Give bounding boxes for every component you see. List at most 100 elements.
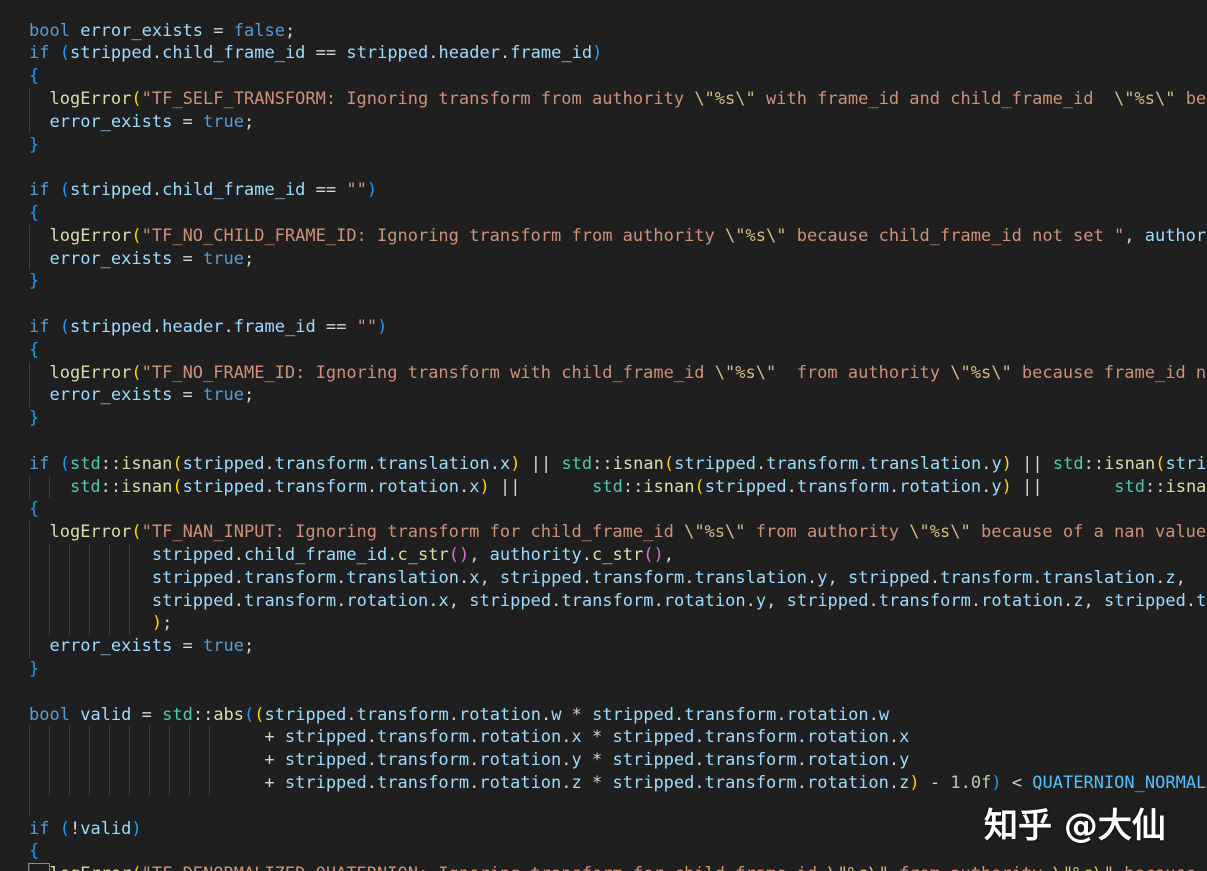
code-line[interactable]: } bbox=[29, 134, 39, 157]
identifier-token: stripped bbox=[346, 43, 429, 64]
punctuation-token: . bbox=[387, 544, 398, 565]
code-line[interactable]: + stripped.transform.rotation.x * stripp… bbox=[29, 726, 909, 749]
code-line[interactable]: logError("TF_DENORMALIZED_QUATERNION: Ig… bbox=[27, 863, 1207, 871]
code-line[interactable]: error_exists = true; bbox=[29, 635, 254, 658]
string-token: "" bbox=[356, 316, 378, 337]
code-line[interactable]: error_exists = true; bbox=[29, 248, 254, 271]
punctuation-token: . bbox=[786, 476, 797, 497]
code-line[interactable]: + stripped.transform.rotation.y * stripp… bbox=[29, 749, 909, 772]
punctuation-token bbox=[29, 249, 49, 269]
punctuation-token: . bbox=[1032, 567, 1043, 588]
punctuation-token: . bbox=[366, 750, 378, 771]
bracket-token: } bbox=[29, 658, 40, 679]
bracket-token: } bbox=[29, 408, 40, 429]
code-line[interactable]: stripped.child_frame_id.c_str(), authori… bbox=[29, 544, 674, 567]
punctuation-token: :: bbox=[100, 476, 122, 497]
identifier-token: z bbox=[899, 772, 910, 793]
identifier-token: transform bbox=[940, 567, 1033, 588]
keyword-token: true bbox=[203, 385, 244, 406]
escape-token: \" bbox=[1154, 88, 1176, 109]
identifier-token: x bbox=[469, 476, 480, 497]
punctuation-token: . bbox=[858, 453, 869, 474]
escape-token: %s bbox=[848, 864, 868, 871]
code-line[interactable]: bool error_exists = false; bbox=[29, 20, 295, 43]
code-line[interactable]: if (stripped.child_frame_id == "") bbox=[29, 179, 377, 202]
code-line[interactable]: { bbox=[29, 202, 39, 225]
code-line[interactable]: ); bbox=[29, 612, 173, 635]
bracket-token: { bbox=[29, 66, 40, 87]
identifier-token: transform bbox=[377, 727, 470, 748]
bracket-token: ) bbox=[991, 772, 1002, 793]
punctuation-token: :: bbox=[622, 476, 644, 497]
code-line[interactable]: { bbox=[29, 65, 39, 88]
code-line[interactable]: logError("TF_NO_CHILD_FRAME_ID: Ignoring… bbox=[29, 225, 1207, 248]
code-line[interactable]: } bbox=[29, 658, 39, 681]
zhihu-watermark: 知乎 @大仙 bbox=[984, 806, 1166, 846]
punctuation-token: . bbox=[561, 750, 572, 771]
punctuation-token: - bbox=[919, 772, 951, 793]
code-line[interactable]: { bbox=[29, 339, 39, 362]
punctuation-token: . bbox=[796, 727, 808, 748]
punctuation-token bbox=[29, 385, 49, 405]
identifier-token: y bbox=[991, 476, 1002, 497]
code-line[interactable]: error_exists = true; bbox=[29, 384, 254, 407]
punctuation-token: . bbox=[796, 772, 808, 793]
code-line[interactable]: if (!valid) bbox=[29, 818, 142, 841]
code-line[interactable]: if (stripped.child_frame_id == stripped.… bbox=[29, 42, 602, 65]
bracket-token: ( bbox=[172, 453, 183, 474]
punctuation-token bbox=[29, 591, 152, 611]
punctuation-token: = bbox=[131, 704, 163, 725]
indent-guide bbox=[29, 794, 30, 818]
code-line[interactable]: std::isnan(stripped.transform.rotation.x… bbox=[29, 476, 1207, 499]
code-editor[interactable]: bool error_exists = false; if (stripped.c… bbox=[0, 0, 1207, 871]
identifier-token: z bbox=[1073, 590, 1084, 611]
code-line[interactable]: error_exists = true; bbox=[29, 111, 254, 134]
punctuation-token: = bbox=[172, 636, 204, 657]
punctuation-token: :: bbox=[1144, 476, 1166, 497]
escape-token: %s bbox=[1134, 88, 1155, 109]
punctuation-token: . bbox=[540, 704, 552, 725]
code-line[interactable]: logError("TF_NO_FRAME_ID: Ignoring trans… bbox=[29, 362, 1207, 385]
code-line[interactable]: { bbox=[29, 498, 39, 521]
punctuation-token: . bbox=[929, 567, 941, 588]
identifier-token: transform bbox=[704, 772, 797, 793]
punctuation-token bbox=[49, 454, 59, 474]
punctuation-token bbox=[29, 112, 49, 132]
code-line[interactable]: logError("TF_NAN_INPUT: Ignoring transfo… bbox=[29, 521, 1207, 544]
bracket-token: ( bbox=[59, 316, 70, 337]
escape-token: \" bbox=[868, 864, 888, 871]
identifier-token: transform bbox=[243, 590, 337, 611]
code-line[interactable]: { bbox=[29, 840, 39, 863]
punctuation-token: * bbox=[581, 750, 613, 771]
bracket-token: ) bbox=[1001, 476, 1012, 497]
code-line[interactable]: if (std::isnan(stripped.transform.transl… bbox=[29, 453, 1207, 476]
escape-token: \" bbox=[1094, 864, 1114, 871]
identifier-token: stripped bbox=[592, 704, 675, 725]
punctuation-token: . bbox=[366, 453, 378, 474]
identifier-token: transform bbox=[274, 476, 367, 497]
punctuation-token: . bbox=[264, 476, 275, 497]
bracket-token: ( bbox=[244, 704, 255, 725]
code-line[interactable]: bool valid = std::abs((stripped.transfor… bbox=[29, 704, 889, 727]
string-token: because they are the same" bbox=[1185, 88, 1207, 109]
identifier-token: x bbox=[571, 727, 582, 748]
code-line[interactable]: if (stripped.header.frame_id == "") bbox=[29, 316, 387, 339]
punctuation-token: ; bbox=[243, 111, 255, 132]
code-line[interactable]: stripped.transform.rotation.x, stripped.… bbox=[29, 590, 1207, 613]
code-line[interactable]: logError("TF_SELF_TRANSFORM: Ignoring tr… bbox=[29, 88, 1207, 111]
string-token: from authority bbox=[776, 362, 951, 383]
code-line[interactable]: + stripped.transform.rotation.z * stripp… bbox=[29, 772, 1207, 795]
punctuation-token: . bbox=[1063, 590, 1074, 611]
code-line[interactable]: } bbox=[29, 270, 39, 293]
identifier-token: authority bbox=[1144, 225, 1207, 246]
function-token: isnan bbox=[1165, 476, 1207, 497]
punctuation-token: . bbox=[233, 544, 244, 565]
code-line[interactable]: } bbox=[29, 407, 39, 430]
identifier-token: stripped bbox=[284, 727, 367, 748]
identifier-token: transform bbox=[377, 750, 470, 771]
identifier-token: transform bbox=[274, 453, 367, 474]
identifier-token: rotation bbox=[377, 476, 459, 497]
punctuation-token: * bbox=[561, 704, 593, 725]
code-line[interactable]: stripped.transform.translation.x, stripp… bbox=[29, 567, 1186, 590]
identifier-token: stripped bbox=[182, 453, 265, 474]
